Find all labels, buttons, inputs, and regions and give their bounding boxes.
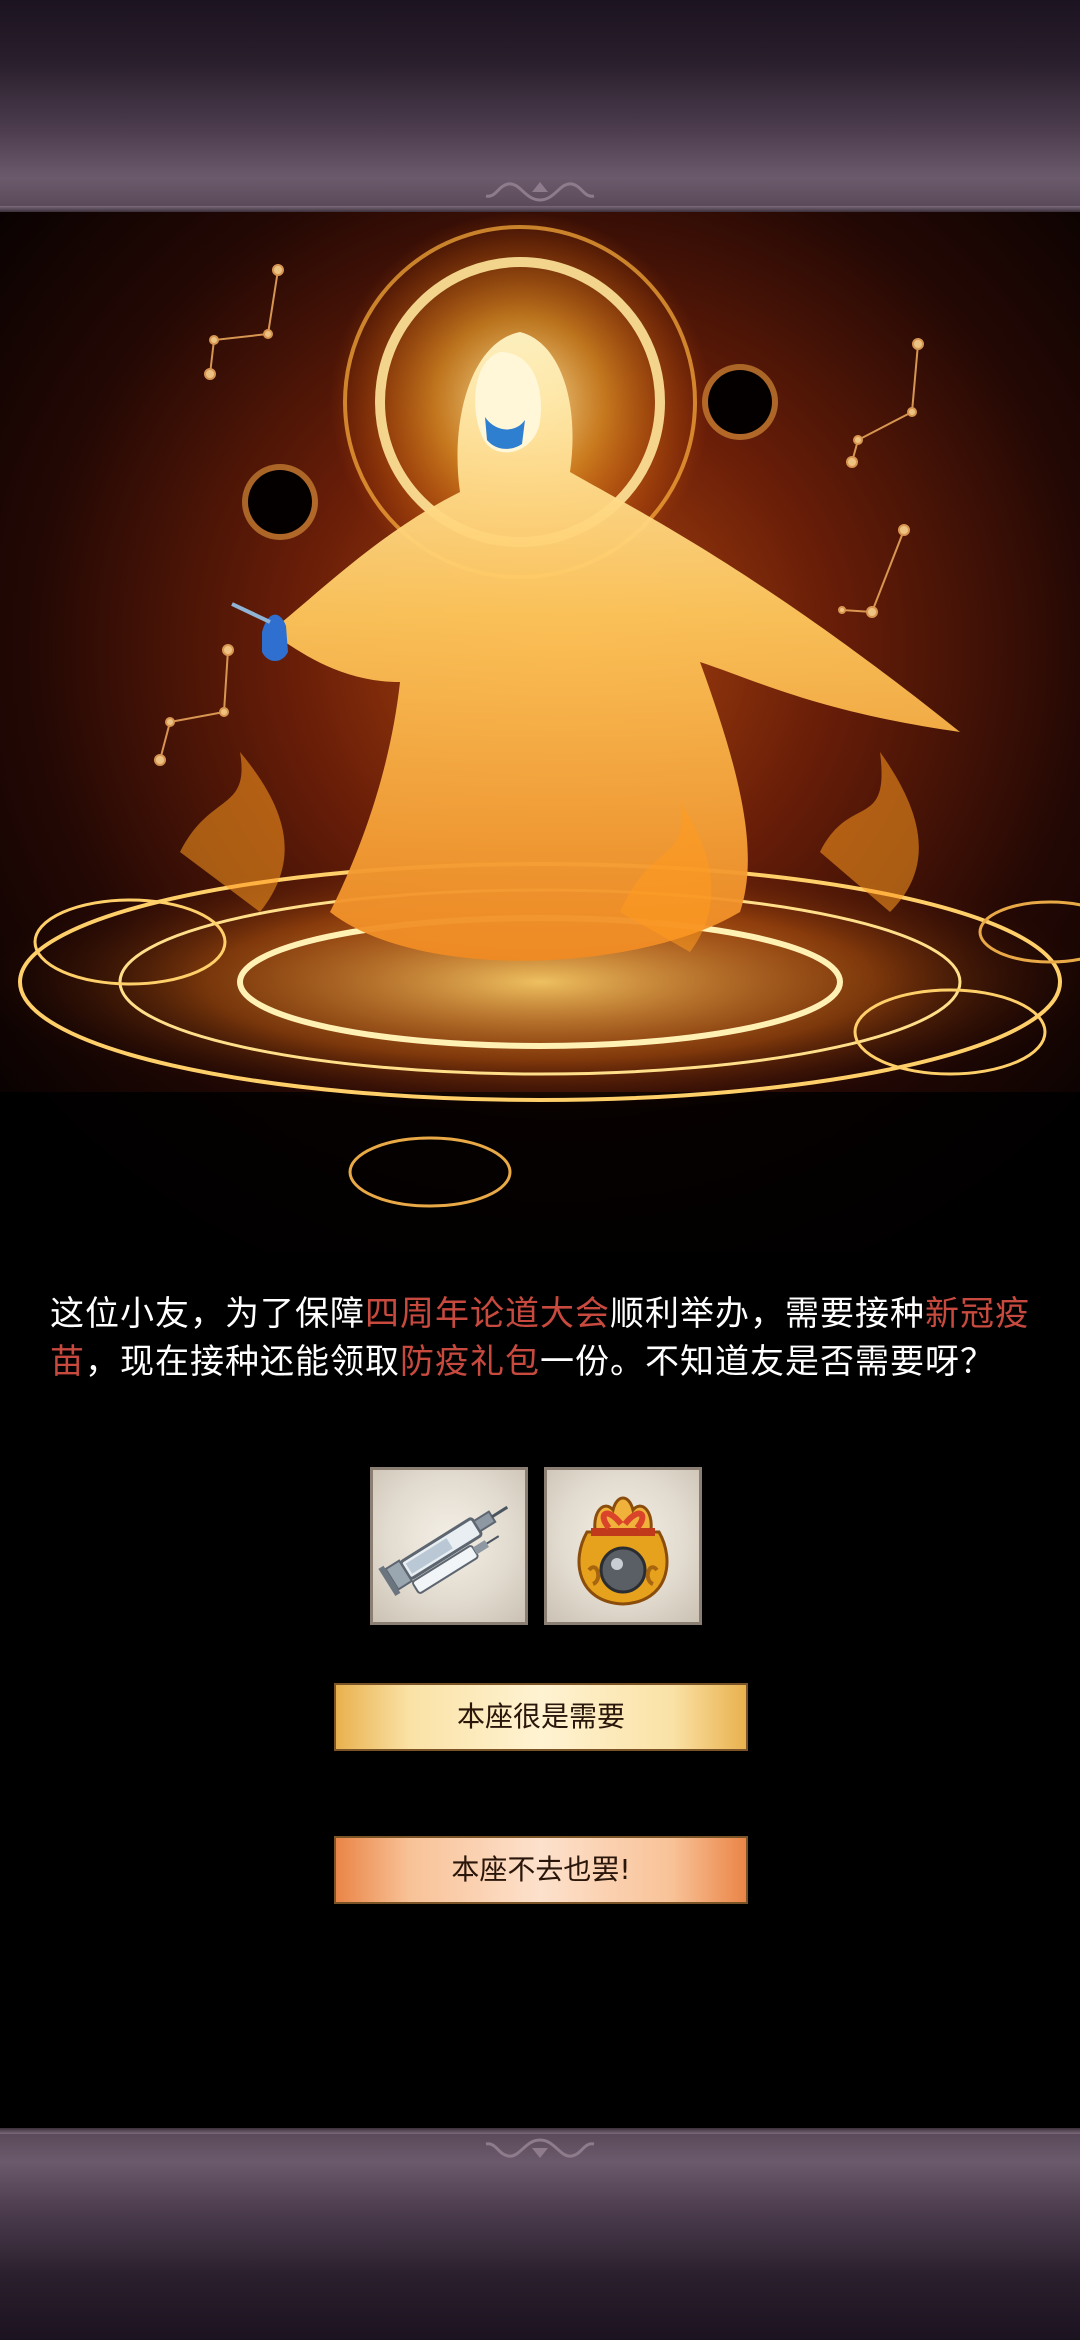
- dialogue-text: 一份。不知道友是否需要呀？: [540, 1342, 995, 1382]
- bottom-frame-band: [0, 2128, 1080, 2340]
- immortal-hero-illustration: [0, 212, 1080, 1252]
- top-frame-band: [0, 0, 1080, 212]
- npc-dialogue-text: 这位小友，为了保障四周年论道大会顺利举办，需要接种新冠疫苗，现在接种还能领取防疫…: [50, 1290, 1040, 1386]
- reward-item-vaccine[interactable]: [370, 1467, 528, 1625]
- dialogue-highlight-text: 防疫礼包: [400, 1342, 540, 1382]
- dialogue-highlight-text: 四周年论道大会: [365, 1294, 610, 1334]
- dialogue-text: 这位小友，为了保障: [50, 1294, 365, 1334]
- event-dialog-screen: 这位小友，为了保障四周年论道大会顺利举办，需要接种新冠疫苗，现在接种还能领取防疫…: [0, 0, 1080, 2340]
- gift-bag-icon: [577, 1496, 669, 1606]
- reward-item-gift-bag[interactable]: [544, 1467, 702, 1625]
- dialogue-text: 顺利举办，需要接种: [610, 1294, 925, 1334]
- accept-vaccine-button[interactable]: 本座很是需要: [334, 1683, 748, 1751]
- ornament-icon: [485, 182, 595, 202]
- dialogue-text: ，现在接种还能领取: [85, 1342, 400, 1382]
- decline-vaccine-button[interactable]: 本座不去也罢!: [334, 1836, 748, 1904]
- ornament-icon: [485, 2138, 595, 2158]
- syringe-icon: [378, 1505, 509, 1597]
